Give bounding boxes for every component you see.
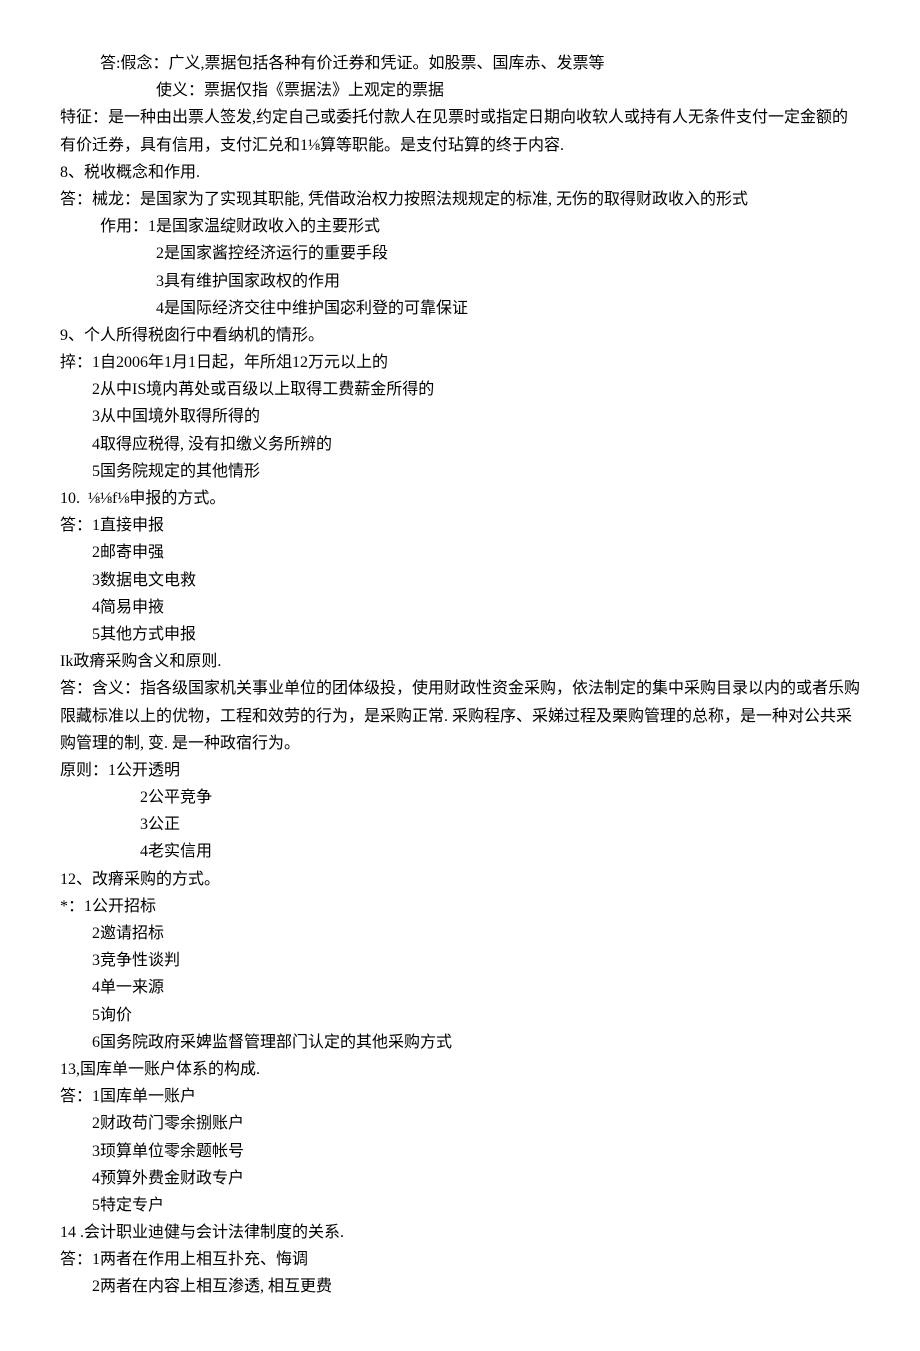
text-line: 3具有维护国家政权的作用 (60, 268, 860, 295)
text-line: 答：1直接申报 (60, 512, 860, 539)
text-line: 作用：1是国家温绽财政收入的主要形式 (60, 213, 860, 240)
text-line: 3从中国境外取得所得的 (60, 403, 860, 430)
text-line: 捽：1自2006年1月1日起，年所俎12万元以上的 (60, 349, 860, 376)
text-line: 2公平竞争 (60, 784, 860, 811)
text-line: 10. ⅛⅛f⅛申报的方式。 (60, 485, 860, 512)
text-line: 2邀请招标 (60, 920, 860, 947)
text-line: *：1公开招标 (60, 893, 860, 920)
text-line: 9、个人所得税囱行中看纳机的情形。 (60, 322, 860, 349)
text-line: 8、税收概念和作用. (60, 159, 860, 186)
text-line: 4是国际经济交往中维护国宓利登的可靠保证 (60, 295, 860, 322)
text-line: 3数据电文电救 (60, 567, 860, 594)
text-line: 4简易申掖 (60, 594, 860, 621)
text-line: 4预算外费金财政专户 (60, 1165, 860, 1192)
text-line: 答：械龙：是国家为了实现其职能, 凭借政治权力按照法规规定的标准, 无伤的取得财… (60, 186, 860, 213)
text-line: 6国务院政府采婢监督管理部门认定的其他采购方式 (60, 1029, 860, 1056)
text-line: 4老实信用 (60, 838, 860, 865)
document-body: 答:假念：广义,票据包括各种有价迁券和凭证。如股票、国库赤、发票等使义：票据仅指… (60, 50, 860, 1301)
text-line: 3顼算单位零余题帐号 (60, 1138, 860, 1165)
text-line: 4取得应税得, 没有扣缴义务所辨的 (60, 431, 860, 458)
text-line: 使义：票据仅指《票据法》上观定的票据 (60, 77, 860, 104)
text-line: 2两者在内容上相互渗透, 相互更费 (60, 1273, 860, 1300)
text-line: 3公正 (60, 811, 860, 838)
text-line: 2从中IS境内苒处或百级以上取得工费薪金所得的 (60, 376, 860, 403)
text-line: 原则：1公开透明 (60, 757, 860, 784)
text-line: 3竞争性谈判 (60, 947, 860, 974)
text-line: 2是国家酱控经济运行的重要手段 (60, 240, 860, 267)
text-line: 14 .会计职业迪健与会计法律制度的关系. (60, 1219, 860, 1246)
text-line: 5特定专户 (60, 1192, 860, 1219)
text-line: 5询价 (60, 1002, 860, 1029)
text-line: 12、改瘠采购的方式。 (60, 866, 860, 893)
text-line: 特征：是一种由出票人签发,约定自己或委托付款人在见票时或指定日期向收软人或持有人… (60, 104, 860, 158)
text-line: 答：含义：指各级国家机关事业单位的团体级投，使用财政性资金采购，依法制定的集中采… (60, 675, 860, 757)
text-line: 答:假念：广义,票据包括各种有价迁券和凭证。如股票、国库赤、发票等 (60, 50, 860, 77)
text-line: 答：1两者在作用上相互扑充、悔调 (60, 1246, 860, 1273)
text-line: 2邮寄申强 (60, 539, 860, 566)
text-line: 答：1国库单一账户 (60, 1083, 860, 1110)
text-line: 2财政苟门零余捌账户 (60, 1110, 860, 1137)
text-line: 5国务院规定的其他情形 (60, 458, 860, 485)
text-line: Ik政瘠采购含义和原则. (60, 648, 860, 675)
text-line: 5其他方式申报 (60, 621, 860, 648)
text-line: 4单一来源 (60, 974, 860, 1001)
text-line: 13,国库单一账户体系的构成. (60, 1056, 860, 1083)
